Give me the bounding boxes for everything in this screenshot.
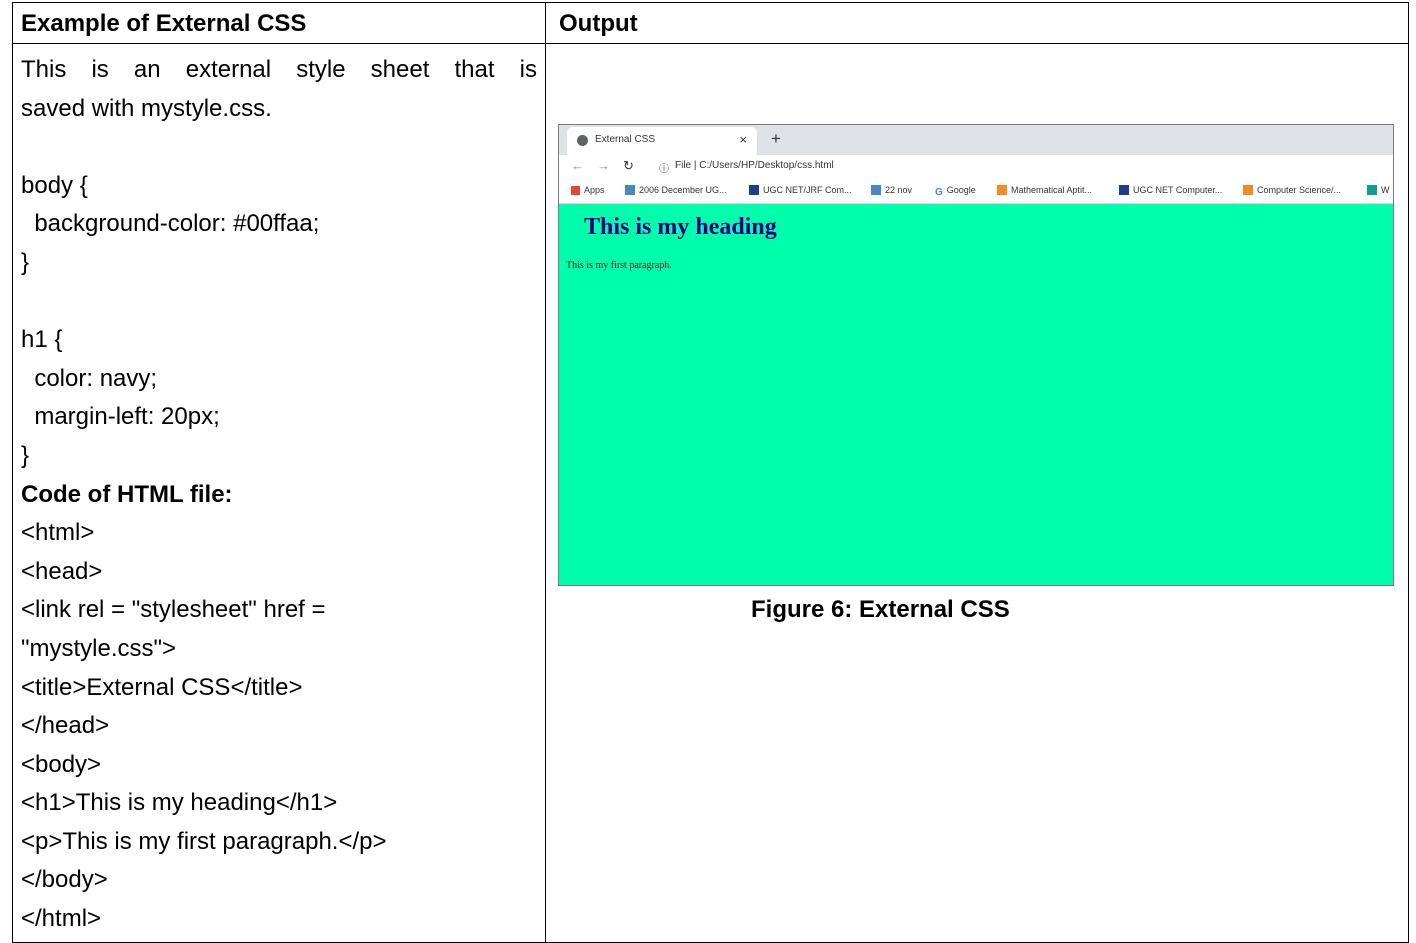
browser-tab-bar: External CSS × + [559,125,1393,155]
info-icon[interactable]: ⓘ [659,160,669,175]
apps-icon [571,186,580,195]
bookmark-item[interactable]: UGC NET/JRF Com... [749,185,852,195]
intro-line-2: saved with mystyle.css. [21,94,272,122]
google-icon: G [935,187,943,198]
reload-icon[interactable]: ↻ [623,158,634,174]
bookmark-label: W [1381,185,1390,195]
code-line: <body> [21,750,102,778]
bookmark-label: UGC NET Computer... [1133,185,1223,195]
file-label: File [675,160,692,171]
column-divider [545,3,546,942]
new-tab-icon[interactable]: + [771,129,781,149]
bookmark-label: Computer Science/... [1257,185,1342,195]
html-code-heading: Code of HTML file: [21,480,233,508]
header-output: Output [559,10,638,37]
calendar-icon [871,185,881,195]
browser-nav-bar: ← → ↻ ⓘ File | C:/Users/HP/Desktop/css.h… [559,155,1393,179]
code-line: background-color: #00ffaa; [21,210,320,238]
browser-screenshot: External CSS × + ← → ↻ ⓘ File | C:/Users… [558,124,1394,586]
bookmark-label: Mathematical Aptit... [1011,185,1093,195]
code-line: h1 { [21,326,63,354]
code-line: } [21,248,30,276]
code-line: color: navy; [21,364,158,392]
code-line: </body> [21,866,108,894]
blogger-icon [997,185,1007,195]
bookmarks-bar: Apps 2006 December UG... UGC NET/JRF Com… [559,179,1393,204]
code-line: </html> [21,905,102,933]
close-icon[interactable]: × [739,132,747,147]
blogger-icon [1243,185,1253,195]
code-line: <h1>This is my heading</h1> [21,789,338,817]
forward-icon[interactable]: → [597,158,610,173]
figure-caption: Figure 6: External CSS [751,596,1010,623]
browser-tab[interactable]: External CSS × [567,127,757,155]
calendar-icon [625,185,635,195]
tab-title: External CSS [595,134,656,145]
bookmark-item[interactable]: Mathematical Aptit... [997,185,1092,195]
code-line: "mystyle.css"> [21,634,177,662]
back-icon[interactable]: ← [571,158,584,173]
bookmark-label: 2006 December UG... [639,185,727,195]
code-line: <title>External CSS</title> [21,673,303,701]
bookmark-apps[interactable]: Apps [571,185,605,195]
code-line: margin-left: 20px; [21,403,220,431]
bookmark-item[interactable]: UGC NET Computer... [1119,185,1222,195]
site-icon [1119,185,1129,195]
code-line: <head> [21,557,103,585]
code-line: } [21,441,30,469]
bookmark-item[interactable]: Computer Science/... [1243,185,1341,195]
address-text: C:/Users/HP/Desktop/css.html [699,160,834,171]
globe-icon [577,135,588,146]
bookmark-label: Google [946,185,976,195]
header-divider [13,43,1408,44]
rendered-page: This is my heading This is my first para… [559,204,1393,585]
rendered-paragraph: This is my first paragraph. [566,260,672,271]
intro-line-1: This is an external style sheet that is [21,56,537,83]
code-block: This is an external style sheet that is … [21,51,537,939]
bookmark-label: 22 nov [885,185,913,195]
code-line: <html> [21,519,95,547]
code-line: body { [21,171,88,199]
site-icon [1367,185,1377,195]
bookmark-item[interactable]: 2006 December UG... [625,185,727,195]
bookmark-label: UGC NET/JRF Com... [763,185,852,195]
bookmark-item[interactable]: W [1367,185,1390,195]
bookmark-item[interactable]: 22 nov [871,185,912,195]
site-icon [749,185,759,195]
bookmark-label: Apps [584,185,605,195]
code-line: </head> [21,712,110,740]
code-line: <link rel = "stylesheet" href = [21,596,326,624]
address-bar[interactable]: File | C:/Users/HP/Desktop/css.html [675,160,834,171]
bookmark-item[interactable]: G Google [935,185,976,198]
code-line: <p>This is my first paragraph.</p> [21,827,387,855]
header-example: Example of External CSS [21,10,307,37]
rendered-heading: This is my heading [584,214,777,240]
